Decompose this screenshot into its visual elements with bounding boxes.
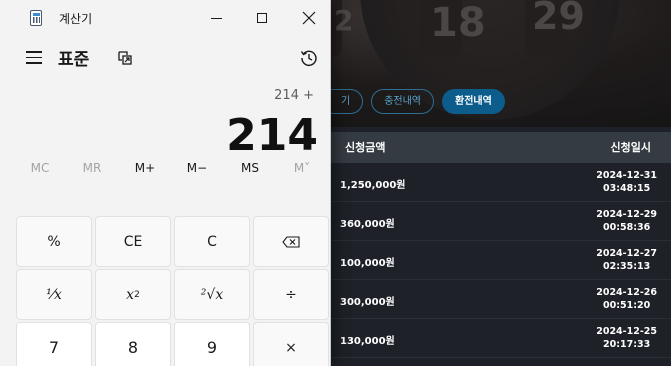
divide-button[interactable]: ÷ xyxy=(253,269,329,320)
date-text: 2024-12-25 xyxy=(596,326,657,337)
datetime-cell: 2024-12-25 20:17:33 xyxy=(596,325,657,351)
amount-cell: 1,250,000원 xyxy=(340,180,406,191)
digit-7-button[interactable]: 7 xyxy=(16,322,92,366)
time-text: 00:51:20 xyxy=(602,300,651,311)
wheel-number: 18 xyxy=(430,0,486,46)
clear-entry-button[interactable]: CE xyxy=(95,216,171,267)
history-tab-buttons: 기 충전내역 환전내역 xyxy=(320,89,505,114)
date-text: 2024-12-29 xyxy=(596,209,657,220)
tab-deposit-history[interactable]: 충전내역 xyxy=(371,89,435,114)
wheel-number: 2 xyxy=(334,4,354,37)
time-text: 03:48:15 xyxy=(602,183,651,194)
column-header-datetime: 신청일시 xyxy=(610,141,651,154)
amount-cell: 360,000원 xyxy=(340,219,395,230)
datetime-cell: 2024-12-26 00:51:20 xyxy=(596,286,657,312)
backspace-icon xyxy=(282,235,300,248)
amount-cell: 300,000원 xyxy=(340,297,395,308)
reciprocal-button[interactable]: ⅟x xyxy=(16,269,92,320)
amount-cell: 100,000원 xyxy=(340,258,395,269)
amount-cell: 130,000원 xyxy=(340,336,395,347)
date-text: 2024-12-27 xyxy=(596,248,657,259)
datetime-cell: 2024-12-27 02:35:13 xyxy=(596,247,657,273)
column-header-amount: 신청금액 xyxy=(345,141,386,154)
date-text: 2024-12-31 xyxy=(596,170,657,181)
time-text: 02:35:13 xyxy=(602,261,651,272)
digit-8-button[interactable]: 8 xyxy=(95,322,171,366)
wheel-number: 29 xyxy=(532,0,585,38)
square-root-label: ²√x xyxy=(200,286,224,303)
time-text: 20:17:33 xyxy=(602,339,651,350)
percent-button[interactable]: % xyxy=(16,216,92,267)
datetime-cell: 2024-12-29 00:58:36 xyxy=(596,208,657,234)
digit-9-button[interactable]: 9 xyxy=(174,322,250,366)
calculator-window: 계산기 표준 214 + 214 MC MR M+ M− MS M˅ % CE … xyxy=(0,0,331,366)
multiply-button[interactable]: × xyxy=(253,322,329,366)
square-base: x xyxy=(126,286,135,303)
backspace-button[interactable] xyxy=(253,216,329,267)
square-root-button[interactable]: ²√x xyxy=(174,269,250,320)
reciprocal-label: ⅟x xyxy=(46,286,62,303)
clear-button[interactable]: C xyxy=(174,216,250,267)
time-text: 00:58:36 xyxy=(602,222,651,233)
square-button[interactable]: x2 xyxy=(95,269,171,320)
square-exponent: 2 xyxy=(134,289,140,300)
keypad: % CE C ⅟x x2 ²√x ÷ 7 8 9 × xyxy=(0,0,330,366)
date-text: 2024-12-26 xyxy=(596,287,657,298)
tab-withdrawal-history[interactable]: 환전내역 xyxy=(442,89,505,114)
datetime-cell: 2024-12-31 03:48:15 xyxy=(596,169,657,195)
